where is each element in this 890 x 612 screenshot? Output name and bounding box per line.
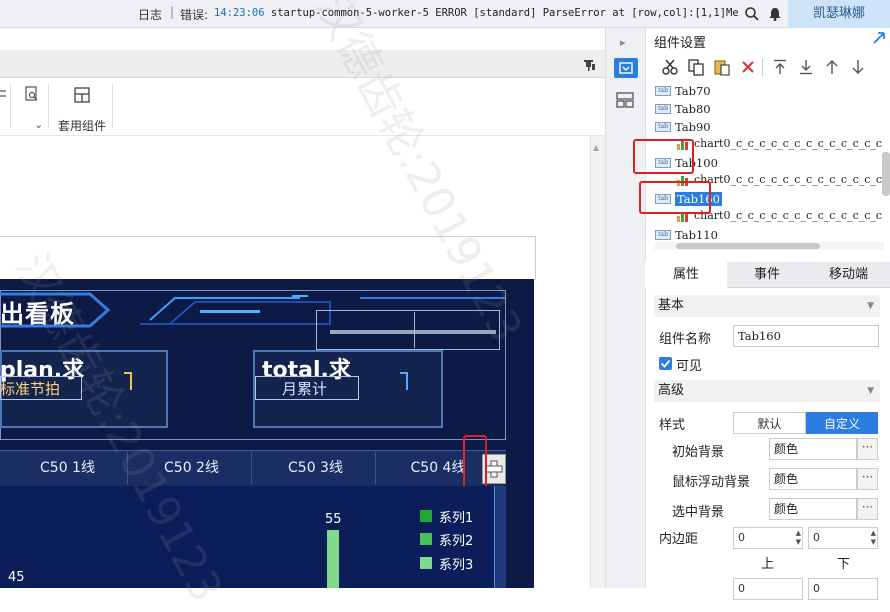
section-advanced[interactable]: 高级 ▼ xyxy=(654,380,880,402)
tab-icon: tab xyxy=(655,230,671,240)
tab-icon: tab xyxy=(655,86,671,96)
divider xyxy=(762,58,763,76)
scroll-up-icon[interactable]: ▲ xyxy=(593,143,599,152)
highlight-box xyxy=(639,181,711,214)
initial-bg-label: 初始背景 xyxy=(672,445,725,460)
highlight-box xyxy=(633,139,694,174)
tree-item-tab[interactable]: tab Tab110 xyxy=(655,225,718,243)
toolbar-strip xyxy=(0,50,605,78)
component-settings-toggle[interactable] xyxy=(614,58,638,78)
legend-swatch xyxy=(420,510,432,522)
move-up-icon[interactable] xyxy=(823,58,841,76)
spinner-arrows-icon[interactable]: ▲ ▼ xyxy=(871,529,876,547)
delete-icon[interactable] xyxy=(739,58,757,76)
padding-right-input[interactable]: 0 xyxy=(808,578,878,600)
side-icon-bar xyxy=(605,28,645,588)
legend-swatch xyxy=(420,557,432,569)
padding-bottom-input[interactable]: 0 ▲ ▼ xyxy=(808,527,878,549)
error-time: 14:23:06 xyxy=(214,7,265,19)
canvas-scrollbar[interactable] xyxy=(590,136,605,588)
divider xyxy=(10,84,11,128)
hover-bg-more-button[interactable]: ··· xyxy=(857,468,878,490)
component-name-input[interactable]: Tab160 xyxy=(733,325,879,347)
chevron-down-icon[interactable]: ⌄ xyxy=(34,118,43,131)
panel-title: 组件设置 xyxy=(654,36,707,51)
hover-bg-label: 鼠标浮动背景 xyxy=(672,475,751,490)
settings-panel-icon xyxy=(619,62,633,74)
tree-item-tab[interactable]: tab Tab90 xyxy=(655,117,711,135)
style-label: 样式 xyxy=(659,418,686,433)
bell-icon[interactable] xyxy=(767,6,783,22)
collapse-icon[interactable] xyxy=(872,31,886,45)
tab-icon: tab xyxy=(655,104,671,114)
component-name-label: 组件名称 xyxy=(659,332,712,347)
legend-label: 系列1 xyxy=(439,511,474,526)
divider xyxy=(48,84,49,128)
padding-left-input[interactable]: 0 xyxy=(733,578,803,600)
copy-icon[interactable] xyxy=(687,58,705,76)
move-to-top-icon[interactable] xyxy=(771,58,789,76)
error-message[interactable]: 14:23:06 startup-common-5-worker-5 ERROR… xyxy=(214,7,738,19)
data-label: 55 xyxy=(325,512,342,527)
padding-top-caption: 上 xyxy=(761,557,775,572)
selected-bg-color-field[interactable]: 颜色 xyxy=(769,498,857,520)
chevron-right-icon[interactable]: ▸ xyxy=(620,36,626,49)
layout-icon[interactable] xyxy=(73,86,91,104)
chevron-down-icon: ▼ xyxy=(867,386,874,396)
kpi-subtitle: 月累计 xyxy=(282,380,328,398)
padding-label: 内边距 xyxy=(659,532,699,547)
hover-bg-color-field[interactable]: 颜色 xyxy=(769,468,857,490)
data-label: 45 xyxy=(8,570,25,585)
toolbar-partial-icon[interactable] xyxy=(0,86,8,102)
selected-bg-label: 选中背景 xyxy=(672,505,725,520)
initial-bg-color-field[interactable]: 颜色 xyxy=(769,438,857,460)
move-to-bottom-icon[interactable] xyxy=(797,58,815,76)
user-menu[interactable]: 凯瑟琳娜 xyxy=(788,0,890,28)
log-label[interactable]: 日志 xyxy=(138,6,162,23)
divider xyxy=(112,84,113,128)
tab-c50-line3[interactable]: C50 3线 xyxy=(256,452,376,484)
padding-top-input[interactable]: 0 ▲ ▼ xyxy=(733,527,803,549)
tab-mobile[interactable]: 移动端 xyxy=(807,262,890,288)
cut-icon[interactable] xyxy=(661,58,679,76)
style-default-option[interactable]: 默认 xyxy=(733,412,806,434)
check-icon xyxy=(660,359,671,368)
divider xyxy=(414,312,415,348)
slider-bar xyxy=(330,330,496,334)
chart-frame xyxy=(494,486,506,588)
paste-icon[interactable] xyxy=(713,58,731,76)
spinner-arrows-icon[interactable]: ▲ ▼ xyxy=(796,529,801,547)
tab-events[interactable]: 事件 xyxy=(727,262,807,288)
tree-item-chart[interactable]: chart0_c_c_c_c_c_c_c_c_c_c_c_c_c xyxy=(676,135,882,153)
pin-icon[interactable] xyxy=(582,58,596,72)
preview-icon[interactable] xyxy=(24,86,40,102)
visible-checkbox[interactable] xyxy=(659,357,672,370)
legend-label: 系列2 xyxy=(439,534,474,549)
chevron-down-icon: ▼ xyxy=(867,301,874,311)
status-bar: 日志 | 错误: 14:23:06 startup-common-5-worke… xyxy=(0,0,890,28)
tree-scroll-thumb[interactable] xyxy=(676,243,820,249)
move-down-icon[interactable] xyxy=(849,58,867,76)
chart-bar xyxy=(327,530,339,588)
tree-item-tab[interactable]: tab Tab80 xyxy=(655,99,711,117)
legend-swatch xyxy=(420,533,432,545)
error-label[interactable]: 错误: xyxy=(180,6,208,23)
style-custom-option[interactable]: 自定义 xyxy=(806,412,878,434)
separator: | xyxy=(170,5,175,19)
section-basic[interactable]: 基本 ▼ xyxy=(654,295,880,317)
kpi-subtitle: 标准节拍 xyxy=(0,380,61,398)
tree-vscroll-thumb[interactable] xyxy=(882,152,890,196)
tree-item-tab[interactable]: tab Tab70 xyxy=(655,81,711,99)
tab-icon: tab xyxy=(655,122,671,132)
selected-bg-more-button[interactable]: ··· xyxy=(857,498,878,520)
tab-properties[interactable]: 属性 xyxy=(645,262,727,288)
legend-label: 系列3 xyxy=(439,558,474,573)
initial-bg-more-button[interactable]: ··· xyxy=(857,438,878,460)
visible-label: 可见 xyxy=(676,359,703,374)
search-icon[interactable] xyxy=(744,6,760,22)
kpi-corner xyxy=(400,372,408,390)
padding-bottom-caption: 下 xyxy=(837,557,851,572)
apply-component-button[interactable]: 套用组件 xyxy=(58,117,106,134)
layers-icon[interactable] xyxy=(616,92,634,108)
